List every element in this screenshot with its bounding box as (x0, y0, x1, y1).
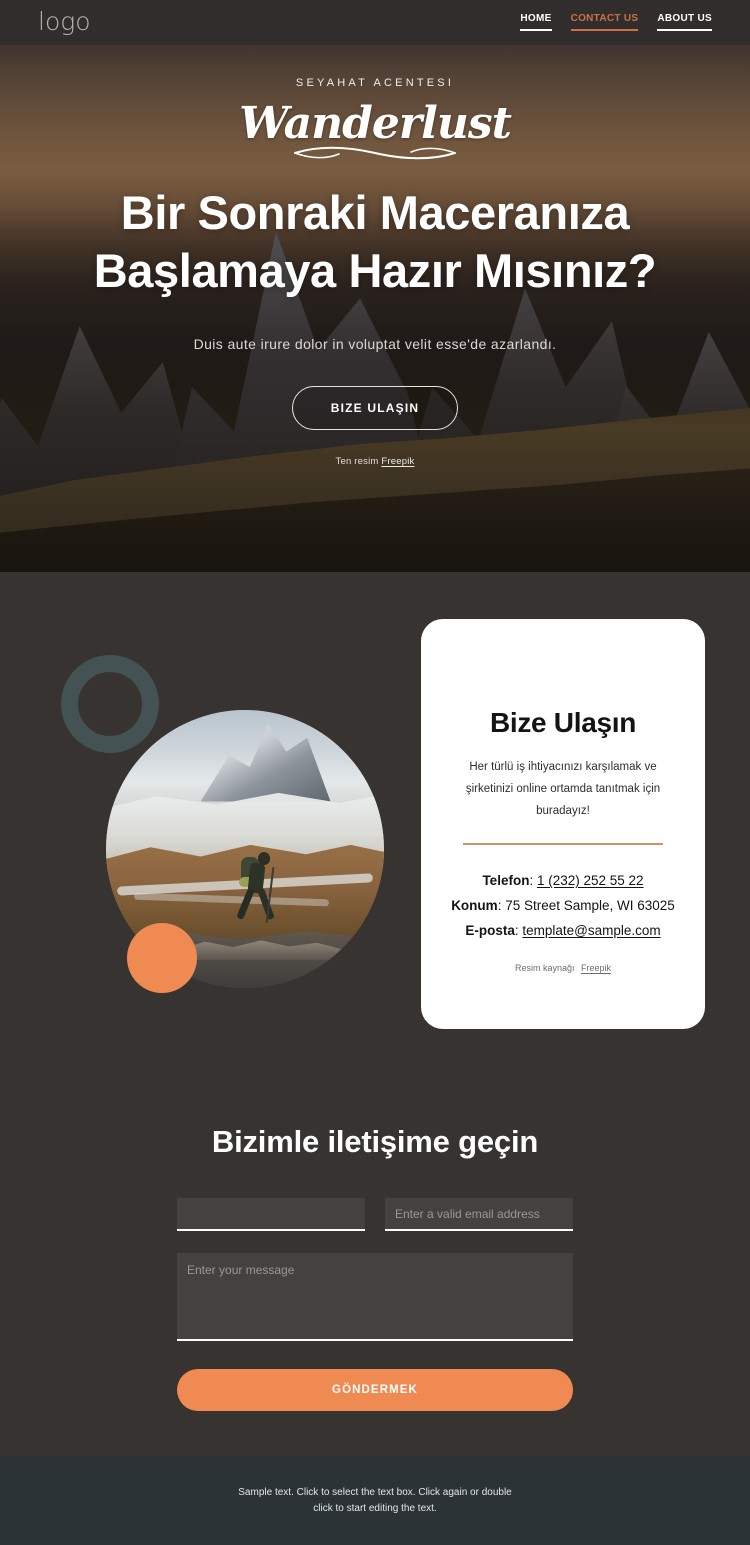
card-location-value: 75 Street Sample, WI 63025 (505, 898, 675, 913)
card-email-label: E-posta (465, 923, 515, 938)
footer-sample-text: Sample text. Click to select the text bo… (238, 1485, 511, 1517)
hero-title: Bir Sonraki Maceranıza Başlamaya Hazır M… (93, 186, 657, 297)
hero-content: SEYAHAT ACENTESI Wanderlust Bir Sonraki … (0, 45, 750, 467)
decorative-orange-circle (127, 923, 197, 993)
card-email-row: E-posta: template@sample.com (447, 918, 679, 943)
card-email-value[interactable]: template@sample.com (522, 923, 660, 938)
landing-page: logo HOME CONTACT US ABOUT US SEYAHAT AC… (0, 0, 750, 1545)
card-credit-prefix: Resim kaynağı (514, 963, 575, 973)
card-phone-row: Telefon: 1 (232) 252 55 22 (447, 868, 679, 893)
form-title: Bizimle iletişime geçin (211, 1124, 539, 1159)
footer-line-1: Sample text. Click to select the text bo… (238, 1487, 512, 1498)
logo[interactable]: logo (38, 8, 91, 36)
nav-item-contact-us[interactable]: CONTACT US (570, 13, 639, 31)
card-contact-details: Telefon: 1 (232) 252 55 22 Konum: 75 Str… (447, 868, 679, 943)
nav-item-home[interactable]: HOME (520, 13, 552, 31)
card-description: Her türlü iş ihtiyacınızı karşılamak ve … (465, 761, 661, 817)
name-input[interactable] (177, 1198, 365, 1231)
contact-info-card: Bize Ulaşın Her türlü iş ihtiyacınızı ka… (421, 619, 705, 1029)
email-input[interactable] (385, 1198, 573, 1231)
hero-credit-link[interactable]: Freepik (381, 456, 414, 467)
card-image-credit: Resim kaynağı Freepik (447, 963, 679, 973)
card-location-row: Konum: 75 Street Sample, WI 63025 (447, 893, 679, 918)
card-location-label: Konum (451, 898, 498, 913)
form-row-top (177, 1198, 573, 1231)
hiker-leg (235, 887, 255, 920)
hero-cta-button[interactable]: BIZE ULAŞIN (291, 386, 459, 430)
contact-form-section: Bizimle iletişime geçin GÖNDERMEK (0, 1082, 750, 1457)
site-footer: Sample text. Click to select the text bo… (0, 1457, 750, 1545)
photo-snow-streak (133, 892, 329, 907)
nav-item-about-us[interactable]: ABOUT US (657, 13, 712, 31)
contact-form: GÖNDERMEK (177, 1198, 573, 1411)
card-divider (463, 843, 663, 845)
hero-eyebrow: SEYAHAT ACENTESI (295, 77, 455, 89)
brand-wordmark: Wanderlust (239, 98, 512, 149)
message-textarea[interactable] (177, 1253, 573, 1341)
footer-line-2: click to start editing the text. (313, 1503, 437, 1514)
brand-flourish-ornament (287, 146, 463, 160)
card-phone-colon: : (529, 873, 537, 888)
hero-image-credit: Ten resim Freepik (0, 456, 750, 467)
hero-subtitle: Duis aute irure dolor in voluptat velit … (193, 336, 557, 352)
photo-hiker-figure (235, 841, 283, 929)
card-title: Bize Ulaşın (489, 707, 637, 738)
hero-section: SEYAHAT ACENTESI Wanderlust Bir Sonraki … (0, 45, 750, 572)
card-phone-value[interactable]: 1 (232) 252 55 22 (537, 873, 644, 888)
hero-credit-prefix: Ten resim (335, 456, 379, 467)
hiker-head (257, 851, 270, 865)
submit-button[interactable]: GÖNDERMEK (177, 1369, 573, 1411)
card-phone-label: Telefon (482, 873, 530, 888)
main-navigation: HOME CONTACT US ABOUT US (520, 13, 712, 31)
card-credit-link[interactable]: Freepik (581, 963, 611, 973)
site-header: logo HOME CONTACT US ABOUT US (0, 0, 750, 45)
